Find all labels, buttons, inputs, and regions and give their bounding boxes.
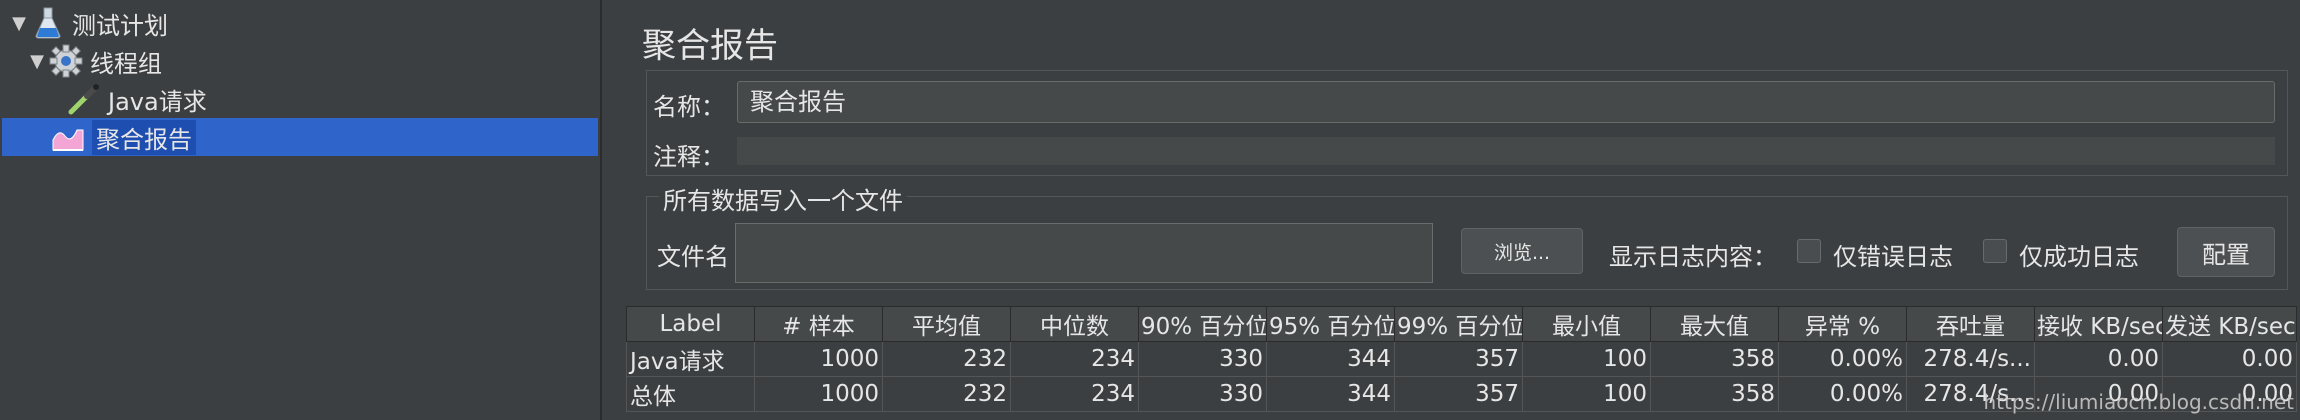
table-cell: 232 (882, 341, 1011, 377)
column-header[interactable]: 平均值 (882, 306, 1011, 342)
tree-item-test-plan[interactable]: ▼ 测试计划 (8, 4, 168, 42)
tree-item-java-request[interactable]: Java请求 (66, 80, 207, 118)
aggregate-report-panel: 聚合报告 名称： 聚合报告 注释： 所有数据写入一个文件 文件名 浏览... 显… (618, 0, 2300, 420)
table-cell: 0.00 (2034, 341, 2163, 377)
name-label: 名称： (653, 93, 725, 121)
success-only-checkbox[interactable] (1983, 239, 2007, 263)
column-header[interactable]: Label (626, 306, 755, 342)
gear-icon (48, 43, 84, 79)
column-header[interactable]: 中位数 (1010, 306, 1139, 342)
column-header[interactable]: 90% 百分位 (1138, 306, 1267, 342)
table-cell: 278.4/s... (1906, 341, 2035, 377)
table-cell: Java请求 (626, 341, 755, 377)
filename-label: 文件名 (657, 243, 729, 271)
column-header[interactable]: 吞吐量 (1906, 306, 2035, 342)
chart-icon (50, 119, 86, 155)
table-cell: 100 (1522, 376, 1651, 412)
tree-item-label: 测试计划 (72, 11, 168, 40)
table-cell: 0.00% (1778, 341, 1907, 377)
success-only-label: 仅成功日志 (2019, 243, 2139, 271)
dropper-icon (66, 81, 102, 117)
errors-only-label: 仅错误日志 (1833, 243, 1953, 271)
filename-field[interactable] (735, 223, 1433, 283)
tree-item-thread-group[interactable]: ▼ 线程组 (26, 42, 162, 80)
configure-button[interactable]: 配置 (2177, 227, 2275, 277)
comment-field[interactable] (737, 137, 2275, 165)
table-cell: 357 (1394, 341, 1523, 377)
table-cell: 1000 (754, 376, 883, 412)
name-field[interactable]: 聚合报告 (737, 81, 2275, 123)
comment-label: 注释： (653, 143, 725, 171)
browse-button[interactable]: 浏览... (1461, 228, 1583, 274)
column-header[interactable]: 95% 百分位 (1266, 306, 1395, 342)
name-comment-group: 名称： 聚合报告 注释： (646, 70, 2288, 176)
test-plan-tree: ▼ 测试计划 ▼ 线程组 Java请求 聚合报告 (0, 0, 602, 420)
column-header[interactable]: 最小值 (1522, 306, 1651, 342)
table-cell: 232 (882, 376, 1011, 412)
table-cell: 344 (1266, 376, 1395, 412)
column-header[interactable]: 最大值 (1650, 306, 1779, 342)
file-section-title: 所有数据写入一个文件 (659, 181, 907, 216)
table-cell: 358 (1650, 376, 1779, 412)
errors-only-checkbox[interactable] (1797, 239, 1821, 263)
column-header[interactable]: # 样本 (754, 306, 883, 342)
write-to-file-group: 所有数据写入一个文件 文件名 浏览... 显示日志内容： 仅错误日志 仅成功日志… (646, 181, 2288, 290)
tree-item-aggregate-report[interactable]: 聚合报告 (2, 118, 598, 156)
table-cell: 358 (1650, 341, 1779, 377)
tree-item-label: 线程组 (90, 49, 162, 78)
table-cell: 357 (1394, 376, 1523, 412)
table-header-row: Label # 样本 平均值 中位数 90% 百分位 95% 百分位 99% 百… (626, 306, 2297, 342)
watermark: https://liumiaocn.blog.csdn.net (1983, 390, 2294, 414)
table-row[interactable]: Java请求 1000 232 234 330 344 357 100 358 … (626, 341, 2297, 377)
log-content-label: 显示日志内容： (1609, 243, 1777, 271)
table-cell: 234 (1010, 376, 1139, 412)
page-title: 聚合报告 (642, 26, 778, 66)
flask-icon (30, 5, 66, 41)
table-cell: 234 (1010, 341, 1139, 377)
column-header[interactable]: 发送 KB/sec (2162, 306, 2297, 342)
tree-item-label: Java请求 (108, 87, 207, 116)
table-cell: 1000 (754, 341, 883, 377)
table-cell: 0.00% (1778, 376, 1907, 412)
column-header[interactable]: 99% 百分位 (1394, 306, 1523, 342)
expand-arrow-icon[interactable]: ▼ (8, 13, 30, 34)
table-cell: 330 (1138, 341, 1267, 377)
table-cell: 0.00 (2162, 341, 2297, 377)
table-cell: 100 (1522, 341, 1651, 377)
table-cell: 总体 (626, 376, 755, 412)
tree-item-label: 聚合报告 (92, 119, 196, 155)
table-cell: 330 (1138, 376, 1267, 412)
column-header[interactable]: 异常 % (1778, 306, 1907, 342)
column-header[interactable]: 接收 KB/sec (2034, 306, 2163, 342)
expand-arrow-icon[interactable]: ▼ (26, 51, 48, 72)
table-cell: 344 (1266, 341, 1395, 377)
